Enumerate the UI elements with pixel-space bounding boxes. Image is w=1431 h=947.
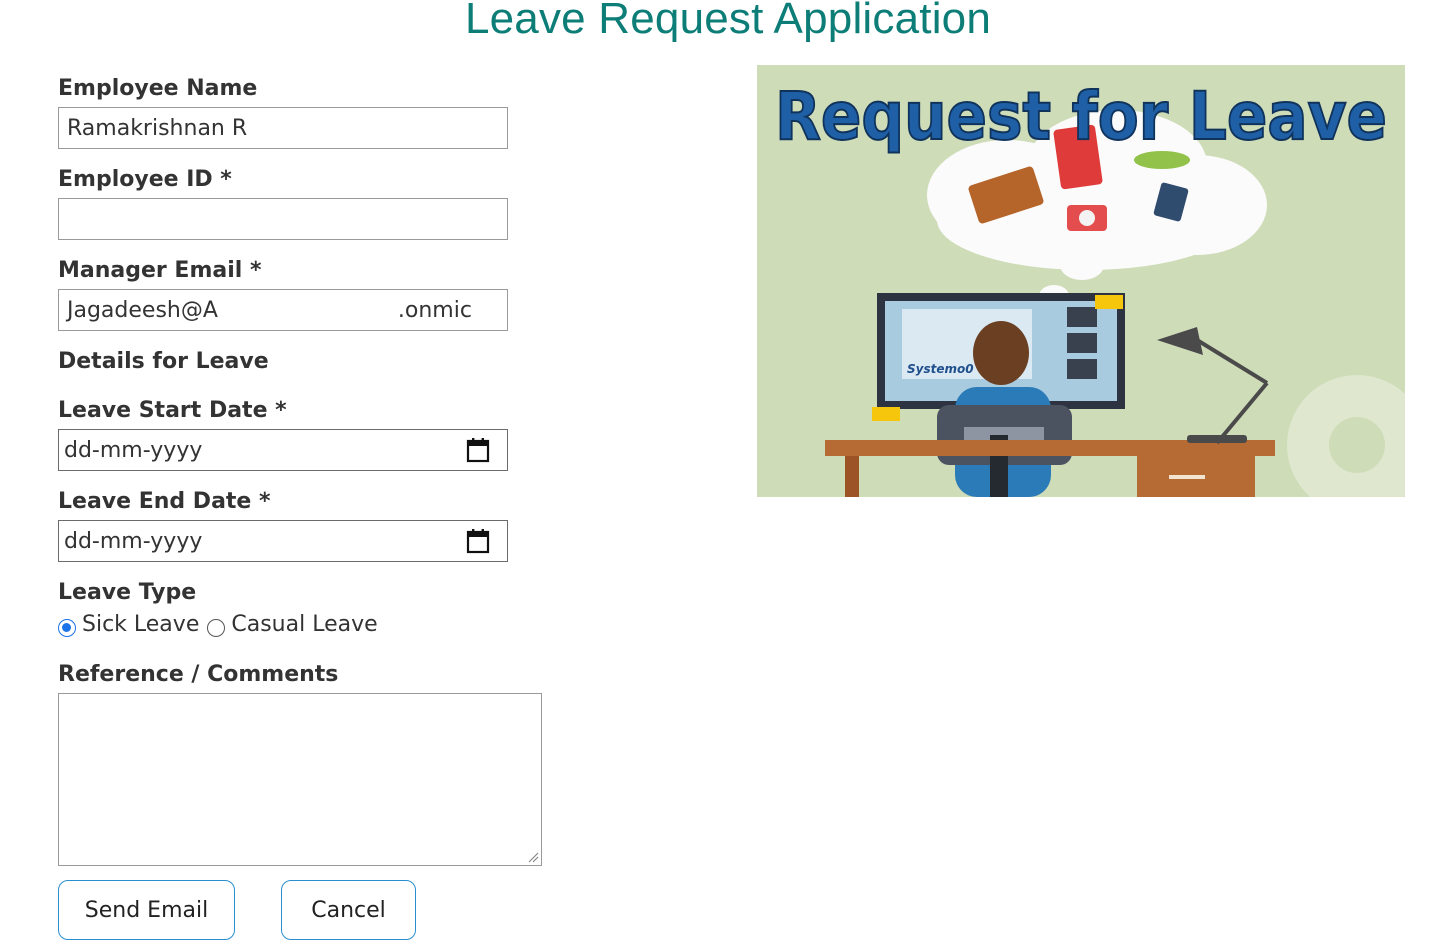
- page-title: Leave Request Application: [464, 0, 992, 43]
- employee-name-value: Ramakrishnan R: [67, 115, 248, 141]
- cancel-button[interactable]: Cancel: [281, 880, 416, 940]
- calendar-icon[interactable]: [466, 528, 490, 554]
- request-for-leave-illustration: Request for Leave Systemo0: [757, 65, 1405, 497]
- employee-name-label: Employee Name: [58, 76, 258, 101]
- start-date-placeholder: dd-mm-yyyy: [64, 437, 203, 463]
- leave-type-label: Leave Type: [58, 580, 197, 605]
- send-email-button[interactable]: Send Email: [58, 880, 235, 940]
- employee-name-input[interactable]: Ramakrishnan R: [58, 107, 508, 149]
- start-date-label: Leave Start Date *: [58, 398, 287, 423]
- sick-leave-label[interactable]: Sick Leave: [82, 612, 199, 637]
- comments-label: Reference / Comments: [58, 662, 339, 687]
- calendar-icon[interactable]: [466, 437, 490, 463]
- leave-request-page: Leave Request Application Employee Name …: [0, 0, 1431, 947]
- screen-text: Systemo0: [907, 362, 974, 376]
- leave-type-radio-group: Sick Leave Casual Leave: [58, 612, 386, 637]
- manager-email-input[interactable]: Jagadeesh@A .onmic: [58, 289, 508, 331]
- employee-id-input[interactable]: [58, 198, 508, 240]
- resize-grip-icon[interactable]: [527, 851, 539, 863]
- start-date-input[interactable]: dd-mm-yyyy: [58, 429, 508, 471]
- casual-leave-label[interactable]: Casual Leave: [231, 612, 377, 637]
- employee-id-label: Employee ID *: [58, 167, 232, 192]
- details-heading: Details for Leave: [58, 349, 269, 374]
- manager-email-value-start: Jagadeesh@A: [67, 297, 218, 323]
- comments-textarea[interactable]: [58, 693, 542, 866]
- sick-leave-radio[interactable]: [58, 618, 76, 637]
- manager-email-value-end: .onmic: [397, 297, 472, 323]
- manager-email-label: Manager Email *: [58, 258, 262, 283]
- end-date-placeholder: dd-mm-yyyy: [64, 528, 203, 554]
- casual-leave-radio[interactable]: [207, 618, 226, 637]
- end-date-input[interactable]: dd-mm-yyyy: [58, 520, 508, 562]
- banner-text: Request for Leave: [775, 78, 1387, 155]
- end-date-label: Leave End Date *: [58, 489, 271, 514]
